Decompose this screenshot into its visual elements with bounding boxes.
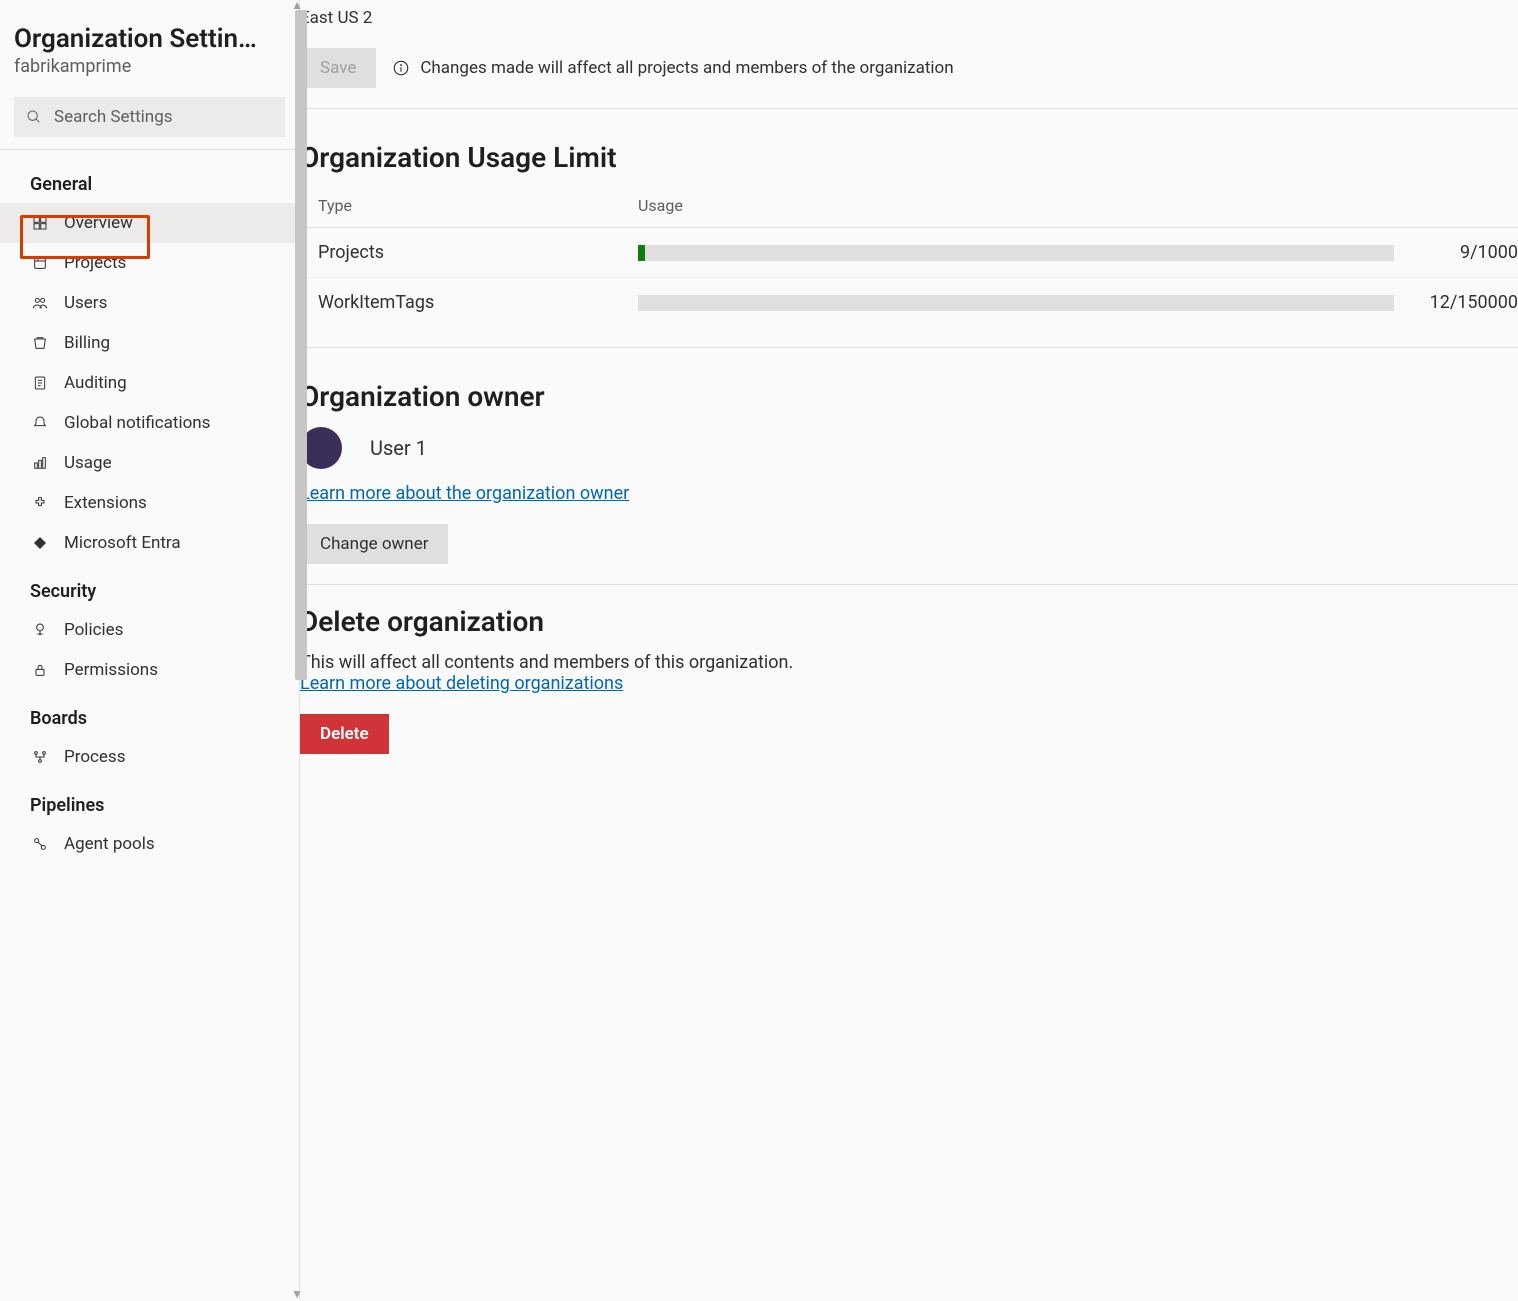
usage-icon — [30, 455, 50, 471]
usage-type: Projects — [318, 242, 638, 263]
owner-row: User 1 — [300, 427, 1518, 469]
usage-header-type: Type — [318, 196, 638, 215]
sidebar-item-policies[interactable]: Policies — [0, 610, 299, 650]
usage-row-workitemtags: WorkItemTags 12/150000 — [300, 278, 1518, 327]
delete-learn-more-link[interactable]: Learn more about deleting organizations — [300, 673, 623, 694]
sidebar-item-extensions[interactable]: Extensions — [0, 483, 299, 523]
main-content: East US 2 Save Changes made will affect … — [300, 0, 1518, 1299]
sidebar-item-auditing[interactable]: Auditing — [0, 363, 299, 403]
usage-bar — [638, 295, 1394, 311]
sidebar-item-label: Microsoft Entra — [64, 533, 181, 553]
save-info-row: Changes made will affect all projects an… — [392, 58, 953, 78]
entra-icon — [30, 535, 50, 551]
sidebar-item-billing[interactable]: Billing — [0, 323, 299, 363]
usage-header-usage: Usage — [638, 196, 683, 215]
change-owner-button[interactable]: Change owner — [300, 524, 448, 564]
usage-row-projects: Projects 9/1000 — [300, 228, 1518, 278]
search-icon — [26, 109, 42, 125]
save-button[interactable]: Save — [300, 48, 376, 88]
sidebar-item-projects[interactable]: Projects — [0, 243, 299, 283]
users-icon — [30, 295, 50, 311]
sidebar-title: Organization Settin… — [14, 24, 285, 54]
sidebar-item-label: Policies — [64, 620, 123, 640]
sidebar-item-overview[interactable]: Overview — [0, 203, 299, 243]
sidebar-item-usage[interactable]: Usage — [0, 443, 299, 483]
sidebar-item-label: Usage — [64, 453, 112, 473]
extensions-icon — [30, 495, 50, 511]
permissions-icon — [30, 662, 50, 678]
agentpools-icon — [30, 836, 50, 852]
divider — [300, 347, 1518, 348]
delete-text: This will affect all contents and member… — [300, 652, 1518, 673]
notification-icon — [30, 415, 50, 431]
sidebar-item-label: Billing — [64, 333, 110, 353]
scrollbar-thumb[interactable] — [295, 10, 307, 680]
process-icon — [30, 749, 50, 765]
sidebar: ▲ ▼ Organization Settin… fabrikamprime S… — [0, 0, 300, 1299]
auditing-icon — [30, 375, 50, 391]
usage-title: Organization Usage Limit — [300, 141, 1518, 174]
sidebar-item-process[interactable]: Process — [0, 737, 299, 777]
sidebar-item-users[interactable]: Users — [0, 283, 299, 323]
sidebar-item-permissions[interactable]: Permissions — [0, 650, 299, 690]
usage-bar — [638, 245, 1394, 261]
usage-header: Type Usage — [300, 188, 1518, 228]
sidebar-item-label: Process — [64, 747, 125, 767]
search-placeholder: Search Settings — [54, 107, 173, 127]
usage-type: WorkItemTags — [318, 292, 638, 313]
overview-icon — [30, 215, 50, 231]
sidebar-item-label: Global notifications — [64, 413, 210, 433]
usage-value: 12/150000 — [1408, 292, 1518, 313]
delete-button[interactable]: Delete — [300, 714, 389, 754]
usage-table: Type Usage Projects 9/1000 WorkItemTags … — [300, 188, 1518, 327]
owner-name: User 1 — [370, 436, 427, 460]
owner-learn-more-link[interactable]: Learn more about the organization owner — [300, 483, 629, 504]
sidebar-item-label: Permissions — [64, 660, 158, 680]
billing-icon — [30, 335, 50, 351]
group-boards: Boards — [0, 690, 299, 737]
sidebar-item-globalnotifications[interactable]: Global notifications — [0, 403, 299, 443]
sidebar-org: fabrikamprime — [14, 56, 285, 77]
sidebar-item-label: Projects — [64, 253, 126, 273]
save-info-text: Changes made will affect all projects an… — [420, 58, 953, 78]
info-icon — [392, 59, 410, 77]
sidebar-item-label: Agent pools — [64, 834, 155, 854]
owner-title: Organization owner — [300, 380, 1518, 413]
sidebar-item-label: Auditing — [64, 373, 127, 393]
delete-title: Delete organization — [300, 605, 1518, 638]
region-value: East US 2 — [300, 8, 1518, 28]
group-security: Security — [0, 563, 299, 610]
divider — [0, 149, 299, 150]
sidebar-item-label: Overview — [64, 213, 133, 233]
sidebar-item-microsoftentra[interactable]: Microsoft Entra — [0, 523, 299, 563]
group-general: General — [0, 156, 299, 203]
divider — [300, 108, 1518, 109]
usage-value: 9/1000 — [1408, 242, 1518, 263]
group-pipelines: Pipelines — [0, 777, 299, 824]
sidebar-item-label: Extensions — [64, 493, 147, 513]
projects-icon — [30, 255, 50, 271]
sidebar-item-agentpools[interactable]: Agent pools — [0, 824, 299, 864]
sidebar-item-label: Users — [64, 293, 107, 313]
policies-icon — [30, 622, 50, 638]
divider — [300, 584, 1518, 585]
search-input[interactable]: Search Settings — [14, 97, 285, 137]
